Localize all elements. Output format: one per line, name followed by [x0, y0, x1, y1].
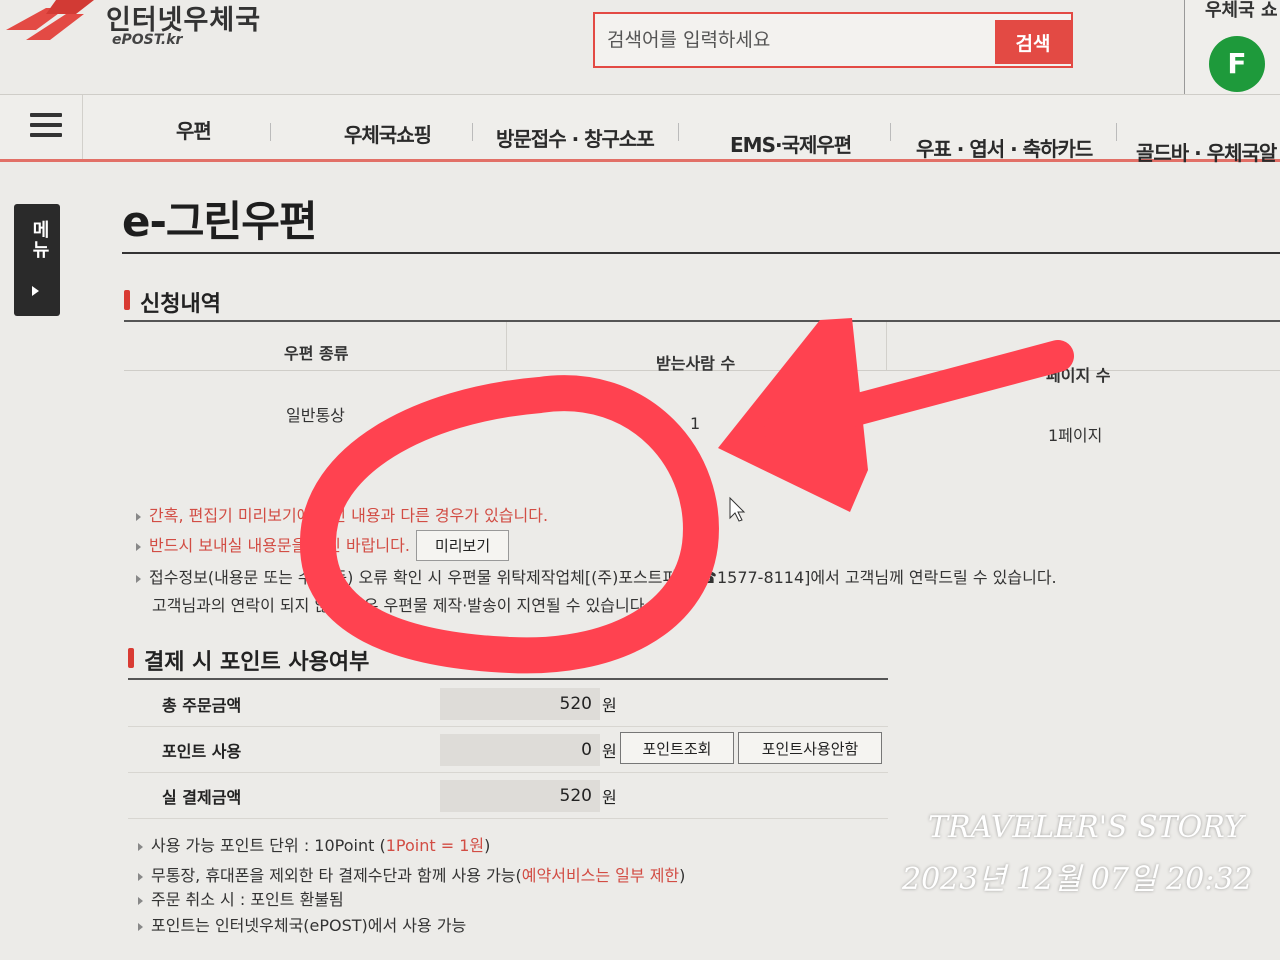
search-button[interactable]: 검색	[995, 20, 1071, 64]
bullet-icon	[136, 512, 141, 521]
payment-value: 520	[559, 786, 592, 806]
payment-unit: 원	[602, 742, 617, 761]
payment-table: 총 주문금액 520 원 포인트 사용 0 원 포인트조회 포인트사용안함 실 …	[128, 678, 888, 822]
side-menu-label: 메뉴	[29, 220, 50, 260]
point-lookup-button[interactable]: 포인트조회	[620, 732, 734, 764]
notice-text: )	[679, 866, 686, 885]
hamburger-line	[30, 113, 62, 117]
notice-text: 포인트는 인터넷우체국(ePOST)에서 사용 가능	[151, 916, 467, 935]
column-header-mail-type: 우편 종류	[284, 344, 349, 363]
payment-row-points: 포인트 사용 0 원 포인트조회 포인트사용안함	[128, 726, 888, 773]
payment-unit: 원	[602, 788, 617, 807]
notice-item: 사용 가능 포인트 단위 : 10Point (1Point = 1원)	[138, 832, 490, 856]
epost-logo-icon[interactable]	[6, 0, 98, 46]
bullet-icon	[136, 574, 141, 583]
f-avatar-icon[interactable]: F	[1209, 36, 1265, 92]
notice-item: 무통장, 휴대폰을 제외한 타 결제수단과 함께 사용 가능(예약서비스는 일부…	[138, 862, 685, 886]
nav-divider	[472, 123, 473, 141]
payment-value-box: 520	[440, 780, 600, 812]
cell-pages: 1페이지	[1048, 426, 1103, 445]
section-marker	[124, 290, 130, 310]
bullet-icon	[136, 542, 141, 551]
title-divider	[122, 252, 1280, 254]
notice-text: 주문 취소 시 : 포인트 환불됨	[151, 890, 344, 909]
column-header-pages: 페이지 수	[1046, 366, 1111, 385]
application-table: 우편 종류 받는사람 수 페이지 수 일반통상 1 1페이지	[124, 320, 1280, 492]
search-input[interactable]	[605, 22, 989, 58]
payment-value-box: 520	[440, 688, 600, 720]
nav-item-mail[interactable]: 우편	[176, 115, 212, 144]
main-nav: 우편 우체국쇼핑 방문접수 · 창구소포 EMS·국제우편 우표 · 엽서 · …	[0, 94, 1280, 165]
nav-item-visit-pickup[interactable]: 방문접수 · 창구소포	[496, 123, 655, 152]
notice-item: 포인트는 인터넷우체국(ePOST)에서 사용 가능	[138, 912, 466, 936]
notice-text: 사용 가능 포인트 단위 : 10Point (	[151, 836, 386, 855]
nav-item-gold-bar[interactable]: 골드바 · 우체국알	[1136, 137, 1277, 166]
column-divider	[886, 322, 887, 370]
cell-mail-type: 일반통상	[286, 406, 345, 425]
notice-item: 고객님과의 연락이 되지 않을 경우 우편물 제작·발송이 지연될 수 있습니다…	[152, 592, 650, 616]
shopping-widget-title[interactable]: 우체국 쇼	[1205, 0, 1278, 22]
payment-value: 520	[559, 694, 592, 714]
side-menu-tab[interactable]: 메뉴	[14, 204, 60, 316]
mouse-cursor-icon	[729, 496, 746, 522]
bullet-icon	[138, 896, 143, 905]
hamburger-line	[30, 133, 62, 137]
bullet-icon	[138, 872, 143, 881]
payment-row-total: 총 주문금액 520 원	[128, 680, 888, 727]
application-section-title: 신청내역	[140, 292, 221, 317]
point-use-input[interactable]: 0	[440, 734, 600, 766]
nav-item-stamps[interactable]: 우표 · 엽서 · 축하카드	[916, 133, 1093, 162]
table-header-row: 우편 종류 받는사람 수 페이지 수	[124, 322, 1280, 385]
hamburger-menu-button[interactable]	[10, 95, 83, 159]
bullet-icon	[138, 922, 143, 931]
notice-item: 반드시 보내실 내용문을 확인 바랍니다. 미리보기	[136, 530, 510, 561]
payment-label: 실 결제금액	[162, 788, 242, 807]
notice-text: 무통장, 휴대폰을 제외한 타 결제수단과 함께 사용 가능(	[151, 866, 522, 885]
column-divider	[506, 322, 507, 370]
notice-text: 고객님과의 연락이 되지 않을 경우 우편물 제작·발송이 지연될 수 있습니다…	[152, 596, 650, 615]
nav-item-shopping[interactable]: 우체국쇼핑	[344, 119, 432, 148]
nav-divider	[678, 123, 679, 141]
payment-row-final: 실 결제금액 520 원	[128, 772, 888, 819]
notice-text-highlight: 1Point = 1원	[385, 836, 485, 855]
cell-recipients: 1	[690, 414, 701, 433]
notice-text-highlight: 예약서비스는 일부 제한	[521, 866, 680, 885]
payment-value: 0	[581, 740, 592, 760]
site-domain: ePOST.kr	[112, 32, 183, 48]
notice-text: 반드시 보내실 내용문을 확인 바랍니다.	[149, 536, 410, 555]
notice-text: )	[484, 836, 491, 855]
notice-item: 주문 취소 시 : 포인트 환불됨	[138, 886, 344, 910]
preview-button[interactable]: 미리보기	[415, 530, 510, 561]
watermark-title: TRAVELER'S STORY	[928, 810, 1244, 845]
payment-label: 포인트 사용	[162, 742, 242, 761]
nav-divider	[270, 123, 271, 141]
search-bar: 검색	[593, 12, 1073, 68]
column-header-recipients: 받는사람 수	[656, 354, 736, 373]
payment-label: 총 주문금액	[162, 696, 242, 715]
notice-item: 접수정보(내용문 또는 수신 등) 오류 확인 시 우편물 위탁제작업체[(주)…	[136, 564, 1057, 588]
nav-item-ems[interactable]: EMS·국제우편	[730, 129, 852, 158]
payment-section-title: 결제 시 포인트 사용여부	[144, 650, 370, 675]
page-title: e-그린우편	[122, 197, 317, 246]
side-menu-arrow-icon	[32, 286, 39, 296]
nav-divider	[890, 123, 891, 141]
shopping-widget: 우체국 쇼 F	[1184, 0, 1280, 109]
section-marker	[128, 648, 134, 668]
hamburger-line	[30, 123, 62, 127]
bullet-icon	[138, 842, 143, 851]
nav-divider	[1116, 123, 1117, 141]
payment-unit: 원	[602, 696, 617, 715]
notice-text: 간혹, 편집기 미리보기에 수신 내용과 다른 경우가 있습니다.	[149, 506, 549, 525]
notice-item: 간혹, 편집기 미리보기에 수신 내용과 다른 경우가 있습니다.	[136, 502, 548, 526]
notice-text: 접수정보(내용문 또는 수신 등) 오류 확인 시 우편물 위탁제작업체[(주)…	[149, 568, 1057, 587]
point-no-use-button[interactable]: 포인트사용안함	[738, 732, 882, 764]
watermark-timestamp: 2023년 12월 07일 20:32	[902, 862, 1253, 897]
